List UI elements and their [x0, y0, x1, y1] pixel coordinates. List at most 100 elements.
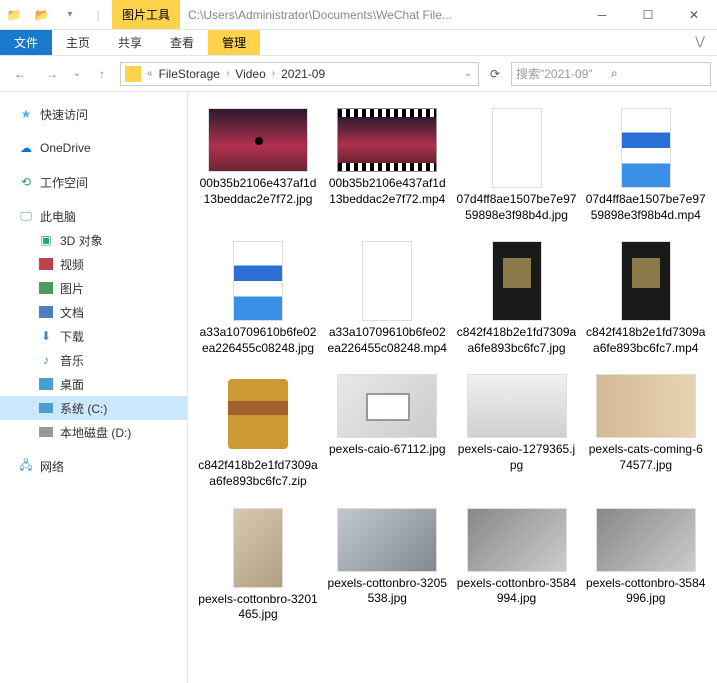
sidebar-item[interactable]: 桌面 — [0, 372, 187, 396]
dropdown-icon[interactable]: ⌄ — [462, 68, 474, 79]
file-item[interactable]: 07d4ff8ae1507be7e9759898e3f98b4d.mp4 — [586, 108, 706, 223]
sidebar-item-label: 音乐 — [60, 352, 84, 369]
sidebar-item-label: 下载 — [60, 328, 84, 345]
sidebar-item-label: 3D 对象 — [60, 232, 103, 249]
sidebar-item[interactable]: 视频 — [0, 252, 187, 276]
sidebar-item[interactable]: ▣ 3D 对象 — [0, 228, 187, 252]
sidebar-item-label: 快速访问 — [40, 106, 88, 123]
file-item[interactable]: pexels-caio-1279365.jpg — [457, 374, 577, 489]
breadcrumb-item[interactable]: Video — [233, 67, 267, 81]
picture-icon — [38, 280, 54, 296]
sidebar-item[interactable]: ♪ 音乐 — [0, 348, 187, 372]
sidebar-item-label: 本地磁盘 (D:) — [60, 424, 131, 441]
close-button[interactable]: ✕ — [671, 0, 717, 29]
music-icon: ♪ — [38, 352, 54, 368]
up-button[interactable]: ↑ — [88, 61, 116, 87]
sidebar-item-label: 系统 (C:) — [60, 400, 107, 417]
maximize-button[interactable]: ☐ — [625, 0, 671, 29]
file-name: pexels-cats-coming-674577.jpg — [586, 442, 706, 473]
tab-home[interactable]: 主页 — [52, 30, 104, 55]
cloud-icon: ☁ — [18, 140, 34, 156]
breadcrumb-item[interactable]: 2021-09 — [279, 67, 327, 81]
file-item[interactable]: 00b35b2106e437af1d13beddac2e7f72.mp4 — [327, 108, 447, 223]
chevron-left-icon[interactable]: « — [145, 68, 155, 79]
sidebar-item-label: 图片 — [60, 280, 84, 297]
navigation-pane: ★ 快速访问 ☁ OneDrive ⟲ 工作空间 🖵 此电脑 ▣ 3D 对象视频图… — [0, 92, 188, 683]
file-name: pexels-cottonbro-3205538.jpg — [327, 576, 447, 607]
quick-access-toolbar: 📁 📂 ▾ | — [0, 0, 112, 29]
pc-icon: 🖵 — [18, 208, 34, 224]
search-icon[interactable]: ⌕ — [611, 66, 706, 81]
tab-manage[interactable]: 管理 — [208, 30, 260, 55]
sidebar-item-workspace[interactable]: ⟲ 工作空间 — [0, 170, 187, 194]
file-item[interactable]: 00b35b2106e437af1d13beddac2e7f72.jpg — [198, 108, 318, 223]
titlebar: 📁 📂 ▾ | 图片工具 C:\Users\Administrator\Docu… — [0, 0, 717, 30]
file-item[interactable]: c842f418b2e1fd7309aa6fe893bc6fc7.mp4 — [586, 241, 706, 356]
file-item[interactable]: c842f418b2e1fd7309aa6fe893bc6fc7.jpg — [457, 241, 577, 356]
sidebar-item[interactable]: 文档 — [0, 300, 187, 324]
sidebar-item-quick-access[interactable]: ★ 快速访问 — [0, 102, 187, 126]
sidebar-item-label: 视频 — [60, 256, 84, 273]
download-icon: ⬇ — [38, 328, 54, 344]
file-item[interactable]: 07d4ff8ae1507be7e9759898e3f98b4d.jpg — [457, 108, 577, 223]
minimize-button[interactable]: ─ — [579, 0, 625, 29]
divider: | — [86, 4, 110, 26]
sidebar-item-this-pc[interactable]: 🖵 此电脑 — [0, 204, 187, 228]
search-input[interactable]: 搜索"2021-09" ⌕ — [511, 62, 711, 86]
file-item[interactable]: pexels-cottonbro-3584996.jpg — [586, 508, 706, 623]
file-name: c842f418b2e1fd7309aa6fe893bc6fc7.jpg — [457, 325, 577, 356]
file-item[interactable]: pexels-cottonbro-3584994.jpg — [457, 508, 577, 623]
breadcrumb-item[interactable]: FileStorage — [157, 67, 222, 81]
folder-icon — [125, 66, 141, 82]
tab-file[interactable]: 文件 — [0, 30, 52, 55]
file-name: pexels-cottonbro-3584996.jpg — [586, 576, 706, 607]
file-item[interactable]: c842f418b2e1fd7309aa6fe893bc6fc7.zip — [198, 374, 318, 489]
desktop-icon — [38, 376, 54, 392]
sidebar-item-label: 此电脑 — [40, 208, 76, 225]
sidebar-item-label: 桌面 — [60, 376, 84, 393]
sidebar-item[interactable]: 图片 — [0, 276, 187, 300]
file-name: pexels-cottonbro-3584994.jpg — [457, 576, 577, 607]
sidebar-item-label: 工作空间 — [40, 174, 88, 191]
folder-icon[interactable]: 📁 — [2, 4, 26, 26]
sidebar-item-network[interactable]: 🖧 网络 — [0, 454, 187, 478]
document-icon — [38, 304, 54, 320]
file-item[interactable]: a33a10709610b6fe02ea226455c08248.jpg — [198, 241, 318, 356]
qat-dropdown-icon[interactable]: ▾ — [58, 4, 82, 26]
sidebar-item[interactable]: ⬇ 下载 — [0, 324, 187, 348]
refresh-button[interactable]: ⟳ — [483, 67, 507, 81]
file-item[interactable]: pexels-cats-coming-674577.jpg — [586, 374, 706, 489]
file-name: 00b35b2106e437af1d13beddac2e7f72.mp4 — [327, 176, 447, 207]
sidebar-item[interactable]: 系统 (C:) — [0, 396, 187, 420]
file-name: pexels-cottonbro-3201465.jpg — [198, 592, 318, 623]
drive-icon — [38, 424, 54, 440]
file-item[interactable]: a33a10709610b6fe02ea226455c08248.mp4 — [327, 241, 447, 356]
back-button[interactable]: ← — [6, 61, 34, 87]
drive-icon — [38, 400, 54, 416]
forward-button[interactable]: → — [38, 61, 66, 87]
tab-view[interactable]: 查看 — [156, 30, 208, 55]
file-name: a33a10709610b6fe02ea226455c08248.mp4 — [327, 325, 447, 356]
file-item[interactable]: pexels-cottonbro-3205538.jpg — [327, 508, 447, 623]
window-title-path: C:\Users\Administrator\Documents\WeChat … — [180, 8, 579, 22]
folder-open-icon[interactable]: 📂 — [30, 4, 54, 26]
network-icon: 🖧 — [18, 458, 34, 474]
sidebar-item-label: 文档 — [60, 304, 84, 321]
file-item[interactable]: pexels-cottonbro-3201465.jpg — [198, 508, 318, 623]
sidebar-item-onedrive[interactable]: ☁ OneDrive — [0, 136, 187, 160]
chevron-right-icon: › — [224, 68, 231, 79]
cube-icon: ▣ — [38, 232, 54, 248]
sidebar-item[interactable]: 本地磁盘 (D:) — [0, 420, 187, 444]
breadcrumb[interactable]: « FileStorage › Video › 2021-09 ⌄ — [120, 62, 479, 86]
file-name: c842f418b2e1fd7309aa6fe893bc6fc7.zip — [198, 458, 318, 489]
file-name: a33a10709610b6fe02ea226455c08248.jpg — [198, 325, 318, 356]
recent-dropdown[interactable]: ⌄ — [70, 61, 84, 87]
video-icon — [38, 256, 54, 272]
chevron-right-icon: › — [270, 68, 277, 79]
sync-icon: ⟲ — [18, 174, 34, 190]
ribbon-expand-icon[interactable]: ⋁ — [683, 30, 717, 55]
file-name: pexels-caio-67112.jpg — [329, 442, 446, 458]
navigation-bar: ← → ⌄ ↑ « FileStorage › Video › 2021-09 … — [0, 56, 717, 92]
file-item[interactable]: pexels-caio-67112.jpg — [327, 374, 447, 489]
tab-share[interactable]: 共享 — [104, 30, 156, 55]
